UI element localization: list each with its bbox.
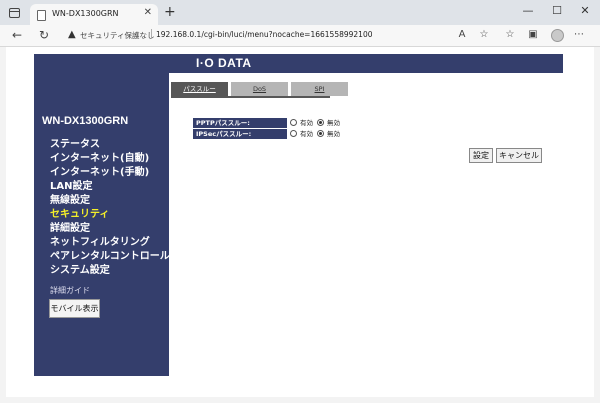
more-menu-icon[interactable]: ⋯ xyxy=(572,29,586,41)
pptp-label: PPTPパススルー: xyxy=(193,118,287,128)
profile-avatar[interactable] xyxy=(551,29,564,42)
ipsec-enable-label[interactable]: 有効 xyxy=(300,129,313,139)
pptp-enable-radio[interactable] xyxy=(290,119,297,126)
sidebar-item-internet-auto[interactable]: インターネット(自動) xyxy=(50,152,170,166)
sidebar-menu: ステータス インターネット(自動) インターネット(手動) LAN設定 無線設定… xyxy=(50,138,170,278)
model-name: WN-DX1300GRN xyxy=(42,115,129,127)
favorite-add-icon[interactable]: ☆ xyxy=(477,29,491,41)
warning-icon[interactable]: ▲ xyxy=(68,29,76,40)
back-icon[interactable]: ← xyxy=(10,28,24,42)
pptp-disable-radio[interactable] xyxy=(317,119,324,126)
detail-guide-label: 詳細ガイド xyxy=(50,286,90,295)
sidebar-item-security[interactable]: セキュリティ xyxy=(50,208,170,222)
tab-title: WN-DX1300GRN xyxy=(52,9,119,18)
sidebar-item-internet-manual[interactable]: インターネット(手動) xyxy=(50,166,170,180)
browser-toolbar: ← ↻ ▲ セキュリティ保護なし | 192.168.0.1/cgi-bin/l… xyxy=(0,25,600,47)
sidebar-item-system[interactable]: システム設定 xyxy=(50,264,170,278)
ipsec-disable-radio[interactable] xyxy=(317,130,324,137)
ipsec-disable-label[interactable]: 無効 xyxy=(327,129,340,139)
tab-underline xyxy=(171,96,330,98)
browser-titlebar: WN-DX1300GRN ✕ + — ☐ ✕ xyxy=(0,0,600,26)
new-tab-icon[interactable]: + xyxy=(164,5,176,19)
address-bar[interactable]: ▲ セキュリティ保護なし | 192.168.0.1/cgi-bin/luci/… xyxy=(60,27,455,44)
ipsec-label: IPSecパススルー: xyxy=(193,129,287,139)
sidebar: WN-DX1300GRN ステータス インターネット(自動) インターネット(手… xyxy=(34,54,170,376)
mobile-view-button[interactable]: モバイル表示 xyxy=(49,299,100,318)
ipsec-enable-radio[interactable] xyxy=(290,130,297,137)
pptp-enable-label[interactable]: 有効 xyxy=(300,118,313,128)
tab-close-icon[interactable]: ✕ xyxy=(144,7,152,18)
brand-header: I·O DATA xyxy=(169,54,563,73)
sidebar-item-net-filtering[interactable]: ネットフィルタリング xyxy=(50,236,170,250)
cancel-button[interactable]: キャンセル xyxy=(496,148,542,163)
sidebar-item-wireless[interactable]: 無線設定 xyxy=(50,194,170,208)
maximize-icon[interactable]: ☐ xyxy=(549,4,565,17)
minimize-icon[interactable]: — xyxy=(520,4,536,17)
tab-dos[interactable]: DoS xyxy=(231,82,289,96)
sidebar-item-advanced[interactable]: 詳細設定 xyxy=(50,222,170,236)
close-window-icon[interactable]: ✕ xyxy=(577,4,593,17)
page-favicon-icon xyxy=(37,10,46,21)
tab-actions-icon[interactable] xyxy=(9,8,20,18)
read-aloud-icon[interactable]: A xyxy=(455,29,469,41)
pptp-disable-label[interactable]: 無効 xyxy=(327,118,340,128)
sidebar-item-lan[interactable]: LAN設定 xyxy=(50,180,170,194)
iodata-logo: I·O DATA xyxy=(196,56,252,70)
sidebar-item-parental-control[interactable]: ペアレンタルコントロール xyxy=(50,250,170,264)
security-status[interactable]: セキュリティ保護なし xyxy=(80,30,155,41)
apply-button[interactable]: 設定 xyxy=(469,148,493,163)
sidebar-item-status[interactable]: ステータス xyxy=(50,138,170,152)
tab-passthrough[interactable]: パススルー xyxy=(171,82,229,96)
url-text[interactable]: 192.168.0.1/cgi-bin/luci/menu?nocache=16… xyxy=(156,30,373,39)
url-separator: | xyxy=(150,29,154,39)
favorites-icon[interactable]: ☆ xyxy=(503,29,517,41)
refresh-icon[interactable]: ↻ xyxy=(37,28,51,42)
web-page: WN-DX1300GRN ステータス インターネット(自動) インターネット(手… xyxy=(6,47,594,397)
browser-tab[interactable]: WN-DX1300GRN ✕ xyxy=(30,4,158,26)
tab-spi[interactable]: SPI xyxy=(291,82,349,96)
collections-icon[interactable]: ▣ xyxy=(526,29,540,41)
